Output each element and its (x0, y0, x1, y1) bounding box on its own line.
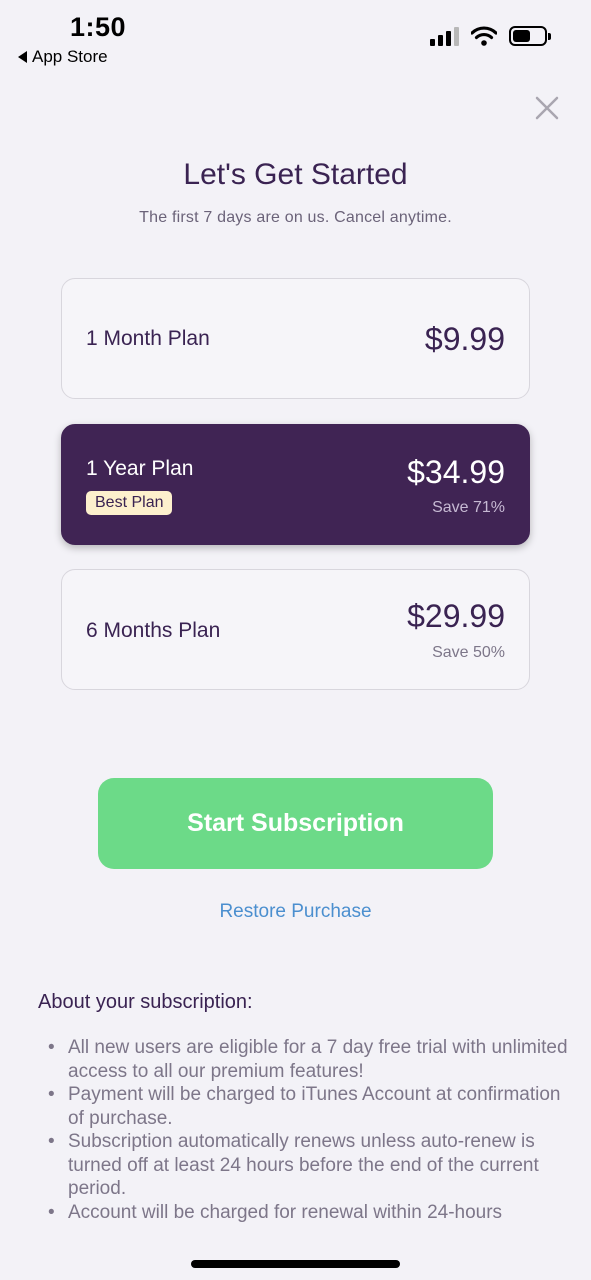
close-icon[interactable] (533, 94, 561, 122)
list-item: Subscription automatically renews unless… (48, 1130, 568, 1201)
plan-option-1-year[interactable]: 1 Year Plan Best Plan $34.99 Save 71% (61, 424, 530, 545)
status-indicators (430, 26, 551, 46)
home-indicator[interactable] (191, 1260, 400, 1268)
restore-purchase-link[interactable]: Restore Purchase (0, 901, 591, 923)
battery-icon (509, 26, 551, 46)
wifi-icon (471, 26, 497, 46)
cellular-signal-icon (430, 26, 459, 46)
back-triangle-icon (18, 51, 27, 63)
plan-option-1-month[interactable]: 1 Month Plan $9.99 (61, 278, 530, 399)
page-title: Let's Get Started (183, 158, 408, 191)
list-item: All new users are eligible for a 7 day f… (48, 1036, 568, 1083)
subscription-screen: 1:50 App Store Let's Get Started The fir… (0, 0, 591, 1280)
plan-option-6-months[interactable]: 6 Months Plan $29.99 Save 50% (61, 569, 530, 690)
plan-price: $9.99 (424, 321, 505, 357)
list-item: Account will be charged for renewal with… (48, 1201, 568, 1225)
plan-price: $29.99 (407, 598, 505, 634)
plan-savings: Save 50% (432, 644, 505, 661)
plan-savings: Save 71% (432, 499, 505, 516)
start-subscription-button[interactable]: Start Subscription (98, 778, 493, 869)
back-to-app-store-link[interactable]: App Store (18, 47, 108, 67)
page-subtitle: The first 7 days are on us. Cancel anyti… (139, 209, 452, 226)
about-subscription-heading: About your subscription: (38, 991, 253, 1013)
plan-name: 1 Month Plan (86, 327, 210, 350)
plan-price: $34.99 (407, 454, 505, 490)
plan-name: 6 Months Plan (86, 619, 221, 642)
best-plan-badge: Best Plan (86, 491, 173, 515)
list-item: Payment will be charged to iTunes Accoun… (48, 1083, 568, 1130)
about-subscription-list: All new users are eligible for a 7 day f… (48, 1036, 568, 1224)
status-time: 1:50 (70, 12, 127, 42)
plan-name: 1 Year Plan (86, 457, 194, 480)
back-label: App Store (32, 47, 108, 66)
